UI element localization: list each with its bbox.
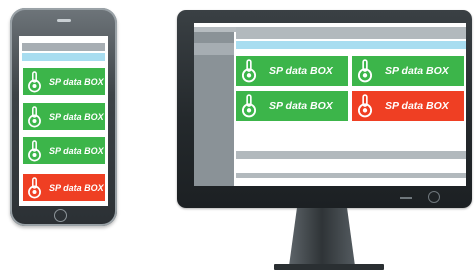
lock-icon (28, 176, 41, 198)
phone-home-button[interactable] (54, 209, 67, 222)
phone-tile-label: SP data BOX (49, 111, 104, 122)
power-button[interactable] (428, 191, 440, 203)
phone-speaker (57, 19, 71, 22)
monitor-screen: SP data BOX SP data BOX SP data BOX SP d… (194, 23, 466, 186)
phone-tile-label: SP data BOX (49, 76, 104, 87)
monitor-tile-4[interactable]: SP data BOX (352, 91, 464, 121)
monitor-tile-3[interactable]: SP data BOX (236, 91, 348, 121)
monitor-tile-2[interactable]: SP data BOX (352, 56, 464, 86)
monitor-tile-1[interactable]: SP data BOX (236, 56, 348, 86)
monitor-nav-bar (236, 41, 466, 49)
sidebar (194, 32, 234, 186)
phone-screen: SP data BOX SP data BOX SP data BOX SP d… (19, 36, 108, 206)
smartphone: SP data BOX SP data BOX SP data BOX SP d… (10, 8, 117, 226)
monitor-header-bar (236, 27, 466, 39)
lock-icon (241, 94, 257, 118)
monitor-footer-bar (236, 151, 466, 159)
desktop-monitor: SP data BOX SP data BOX SP data BOX SP d… (177, 10, 472, 270)
phone-tile-3[interactable]: SP data BOX (23, 137, 105, 164)
phone-tile-4[interactable]: SP data BOX (23, 174, 105, 201)
lock-icon (28, 105, 41, 127)
lock-icon (357, 94, 373, 118)
sidebar-item[interactable] (194, 43, 234, 55)
lock-icon (28, 139, 41, 161)
phone-nav-bar (22, 53, 105, 61)
lock-icon (357, 59, 373, 83)
phone-tile-2[interactable]: SP data BOX (23, 103, 105, 130)
monitor-tile-label: SP data BOX (385, 100, 449, 112)
phone-header-bar (22, 43, 105, 51)
monitor-tile-label: SP data BOX (385, 65, 449, 77)
lock-icon (241, 59, 257, 83)
phone-tile-1[interactable]: SP data BOX (23, 68, 105, 95)
lock-icon (28, 70, 41, 92)
monitor-tile-label: SP data BOX (269, 100, 333, 112)
power-indicator (400, 197, 412, 199)
monitor-stand (289, 208, 355, 266)
monitor-stand-base (274, 264, 384, 270)
phone-tile-label: SP data BOX (49, 145, 104, 156)
monitor-tile-label: SP data BOX (269, 65, 333, 77)
phone-tile-label: SP data BOX (49, 182, 104, 193)
monitor-footer-line (236, 173, 466, 178)
